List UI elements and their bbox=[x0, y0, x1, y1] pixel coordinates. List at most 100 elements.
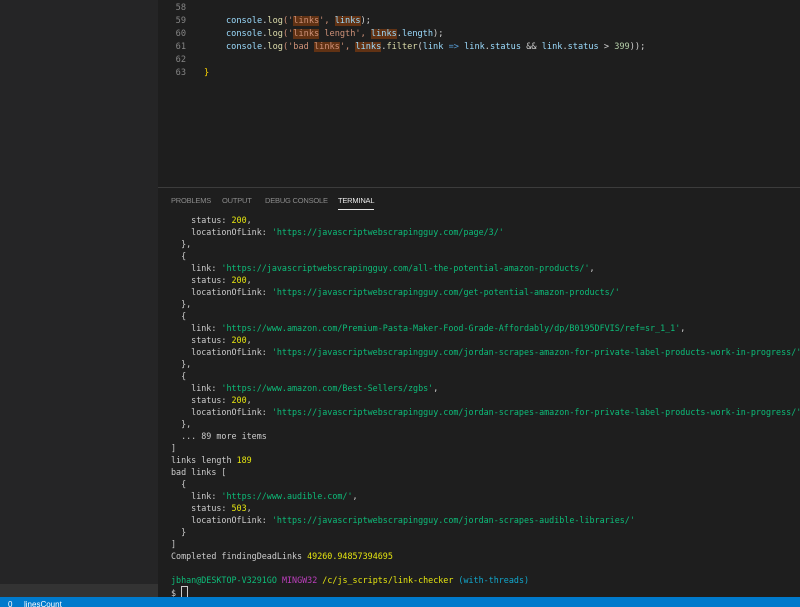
terminal-line: status: 200, bbox=[171, 394, 800, 406]
code-token: } bbox=[204, 68, 210, 78]
tab-debug-console[interactable]: DEBUG CONSOLE bbox=[265, 196, 328, 205]
code-line[interactable]: 60 console.log('links length', links.leng… bbox=[158, 27, 800, 41]
code-token: log bbox=[267, 16, 283, 26]
terminal-text: 200 bbox=[231, 215, 247, 225]
code-line[interactable]: 59 console.log('links', links); bbox=[158, 14, 800, 28]
line-number: 61 bbox=[175, 42, 186, 52]
terminal-text: ] bbox=[171, 539, 177, 549]
code-token: link bbox=[422, 42, 444, 52]
terminal-text: locationOfLink: bbox=[171, 515, 272, 525]
code-token: links bbox=[293, 16, 320, 26]
terminal-text: }, bbox=[171, 419, 192, 429]
code-token: links bbox=[293, 29, 320, 39]
active-tab-indicator bbox=[338, 209, 375, 210]
code-line[interactable]: 63} bbox=[158, 66, 800, 80]
code-token: links bbox=[370, 29, 397, 39]
code-token: ); bbox=[360, 16, 371, 26]
code-editor[interactable]: 58 59 console.log('links', links); 60 consol… bbox=[158, 0, 800, 187]
line-number: 62 bbox=[175, 55, 186, 65]
code-token: status bbox=[489, 42, 522, 52]
terminal-line: jbhan@DESKTOP-V3291GO MINGW32 /c/js_scri… bbox=[171, 574, 800, 586]
code-token: log bbox=[267, 42, 283, 52]
code-token: length', bbox=[319, 29, 371, 39]
terminal-text: status: bbox=[171, 395, 232, 405]
bottom-panel: PROBLEMS OUTPUT DEBUG CONSOLE TERMINAL s… bbox=[158, 187, 800, 598]
terminal-line: link: 'https://www.amazon.com/Best-Selle… bbox=[171, 382, 800, 394]
terminal-text: MINGW32 bbox=[281, 575, 323, 585]
code-token: ', bbox=[339, 42, 356, 52]
code-line[interactable]: 61 console.log('bad links', links.filter(… bbox=[158, 40, 800, 54]
terminal-line: } bbox=[171, 526, 800, 538]
line-number: 63 bbox=[175, 68, 186, 78]
code-token: links bbox=[355, 42, 382, 52]
terminal-text: , bbox=[246, 395, 252, 405]
terminal-line: bad links [ bbox=[171, 466, 800, 478]
terminal-line: Completed findingDeadLinks 49260.9485739… bbox=[171, 550, 800, 562]
line-number: 59 bbox=[175, 16, 186, 26]
code-token: console bbox=[226, 29, 263, 39]
terminal-text: 'https://javascriptwebscrapingguy.com/jo… bbox=[271, 347, 800, 357]
code-token: links bbox=[313, 42, 340, 52]
terminal-text: , bbox=[352, 491, 358, 501]
terminal-line: ] bbox=[171, 442, 800, 454]
terminal-text: 200 bbox=[231, 275, 247, 285]
code-token: )); bbox=[629, 42, 646, 52]
code-token: > bbox=[598, 42, 615, 52]
tab-problems[interactable]: PROBLEMS bbox=[171, 196, 211, 205]
terminal-text: 49260.94857394695 bbox=[307, 551, 393, 561]
terminal-line: locationOfLink: 'https://javascriptwebsc… bbox=[171, 406, 800, 418]
terminal-line: link: 'https://javascriptwebscrapingguy.… bbox=[171, 262, 800, 274]
line-code: console.log('links length', links.length… bbox=[226, 27, 443, 41]
terminal-text: link: bbox=[171, 323, 222, 333]
terminal-line: { bbox=[171, 310, 800, 322]
terminal-line: status: 503, bbox=[171, 502, 800, 514]
terminal-text: , bbox=[680, 323, 686, 333]
terminal-text: { bbox=[171, 311, 187, 321]
terminal-text: , bbox=[246, 503, 252, 513]
terminal-text: link: bbox=[171, 383, 222, 393]
sidebar-outline-section[interactable] bbox=[0, 584, 158, 597]
terminal-text: }, bbox=[171, 239, 192, 249]
terminal-text: 'https://javascriptwebscrapingguy.com/jo… bbox=[271, 515, 635, 525]
terminal-text: locationOfLink: bbox=[171, 227, 272, 237]
terminal-text: ... 89 more items bbox=[171, 431, 267, 441]
status-problems-count[interactable]: 0 bbox=[8, 597, 12, 607]
terminal-text: 200 bbox=[231, 335, 247, 345]
terminal-line: }, bbox=[171, 298, 800, 310]
terminal-text: link: bbox=[171, 263, 222, 273]
status-linescount[interactable]: linesCount bbox=[24, 597, 62, 607]
terminal-text: 'https://javascriptwebscrapingguy.com/jo… bbox=[271, 407, 800, 417]
terminal-text: status: bbox=[171, 335, 232, 345]
terminal-text: }, bbox=[171, 359, 192, 369]
terminal-text: 'https://javascriptwebscrapingguy.com/pa… bbox=[271, 227, 504, 237]
terminal-line: { bbox=[171, 250, 800, 262]
tab-terminal[interactable]: TERMINAL bbox=[338, 196, 375, 210]
terminal-text: links length bbox=[171, 455, 237, 465]
terminal-text: 'https://javascriptwebscrapingguy.com/al… bbox=[221, 263, 590, 273]
terminal-text: bad links [ bbox=[171, 467, 227, 477]
terminal-text: 'https://www.amazon.com/Best-Sellers/zgb… bbox=[221, 383, 434, 393]
code-token: => bbox=[443, 42, 465, 52]
explorer-sidebar bbox=[0, 0, 158, 597]
code-token: filter bbox=[386, 42, 418, 52]
code-line[interactable]: 62 bbox=[158, 53, 800, 67]
tab-output[interactable]: OUTPUT bbox=[222, 196, 252, 205]
terminal-text: /c/js_scripts/link-checker bbox=[322, 575, 454, 585]
terminal-text: , bbox=[589, 263, 595, 273]
code-token: ', bbox=[319, 16, 335, 26]
terminal-text: Completed findingDeadLinks bbox=[171, 551, 308, 561]
code-token: (' bbox=[282, 29, 294, 39]
terminal-text: , bbox=[246, 275, 252, 285]
code-line[interactable]: 58 bbox=[158, 1, 800, 15]
terminal-line: ... 89 more items bbox=[171, 430, 800, 442]
terminal-text: status: bbox=[171, 275, 232, 285]
terminal-text: 'https://www.amazon.com/Premium-Pasta-Ma… bbox=[221, 323, 681, 333]
terminal-line: }, bbox=[171, 238, 800, 250]
terminal-text: }, bbox=[171, 299, 192, 309]
terminal-text: 'https://www.audible.com/' bbox=[221, 491, 353, 501]
terminal-text: ] bbox=[171, 443, 177, 453]
terminal-line: link: 'https://www.audible.com/', bbox=[171, 490, 800, 502]
code-token: (' bbox=[282, 16, 294, 26]
code-token: ('bad bbox=[282, 42, 314, 52]
terminal-text: locationOfLink: bbox=[171, 407, 272, 417]
